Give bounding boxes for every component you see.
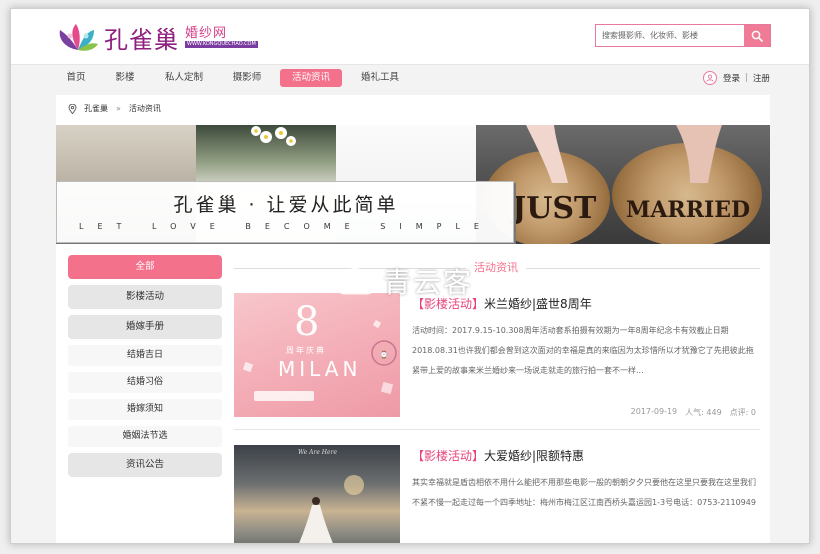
article-meta: 2017-09-19 人气: 449 点评: 0 (631, 407, 756, 418)
svg-text:⌚: ⌚ (380, 350, 389, 359)
thumbnail-caption: We Are Here (298, 449, 337, 456)
breadcrumb-current: 活动资讯 (128, 104, 161, 113)
article-views: 人气: 449 (685, 408, 722, 417)
search-box (595, 24, 771, 47)
banner-text-just: JUST (512, 191, 597, 226)
brand-sub-title: 婚纱网 (185, 26, 228, 41)
watermark-text: 青云客 (383, 266, 474, 299)
search-icon (751, 30, 763, 42)
thumbnail-number: 8 (294, 299, 320, 345)
sidebar-item-all[interactable]: 全部 (68, 255, 222, 279)
sidebar-item-marriage-law[interactable]: 婚姻法节选 (68, 426, 222, 447)
banner-text-married: MARRIED (626, 197, 751, 223)
nav-item-studio[interactable]: 影楼 (106, 69, 144, 87)
list-item[interactable]: ⌚ 8 周年庆典 MILAN 【影楼活动】米兰婚纱|盛世8周年 活动时间：201… (234, 293, 760, 433)
article-divider (234, 429, 760, 430)
nav-item-photographer[interactable]: 摄影师 (225, 69, 269, 87)
login-link[interactable]: 登录 (723, 72, 740, 84)
nav-item-custom[interactable]: 私人定制 (157, 69, 211, 87)
thumbnail-subtitle: 周年庆典 (286, 346, 326, 355)
register-link[interactable]: 注册 (753, 72, 770, 84)
category-sidebar: 全部 影楼活动 婚嫁手册 结婚吉日 结婚习俗 婚嫁须知 婚姻法节选 资讯公告 (68, 255, 222, 483)
search-input[interactable] (596, 25, 744, 46)
list-item[interactable]: We Are Here 【影楼活动】大爱婚纱|限额特惠 其实幸福就是盾齿相依不用… (234, 445, 760, 543)
breadcrumb-arrow: » (116, 104, 121, 113)
site-header: 孔雀巢 婚纱网 WWW.KONGQUECHAO.COM (11, 9, 809, 65)
sidebar-item-studio-events[interactable]: 影楼活动 (68, 285, 222, 309)
sidebar-item-announcements[interactable]: 资讯公告 (68, 453, 222, 477)
hero-banner[interactable]: JUST MARRIED 孔雀巢 · 让爱从此简单 LET LOVE BECOM… (56, 125, 770, 244)
article-thumbnail[interactable]: ⌚ 8 周年庆典 MILAN (234, 293, 400, 417)
thumbnail-brand: MILAN (278, 357, 362, 381)
user-links: 登录 | 注册 (703, 71, 770, 85)
nav-item-tools[interactable]: 婚礼工具 (353, 69, 407, 87)
banner-slogan-box: 孔雀巢 · 让爱从此简单 LET LOVE BECOME SIMPLE (56, 181, 514, 243)
browser-frame: 孔雀巢 婚纱网 WWW.KONGQUECHAO.COM 首页 影楼 私人定制 摄… (10, 8, 810, 544)
sidebar-item-customs[interactable]: 结婚习俗 (68, 372, 222, 393)
user-icon (703, 71, 717, 85)
search-button[interactable] (744, 25, 770, 46)
nav-item-news[interactable]: 活动资讯 (280, 69, 342, 87)
breadcrumb: 孔雀巢 » 活动资讯 (68, 103, 161, 114)
section-title: 活动资讯 (466, 259, 526, 275)
article-title[interactable]: 【影楼活动】大爱婚纱|限额特惠 (412, 447, 584, 464)
watermark: 青云客 (333, 261, 473, 301)
brand-sub: 婚纱网 WWW.KONGQUECHAO.COM (185, 26, 258, 48)
article-thumbnail[interactable]: We Are Here (234, 445, 400, 543)
article-summary: 其实幸福就是盾齿相依不用什么能把不用那些电影一般的朝朝夕夕只要他在这里只要我在这… (412, 478, 756, 507)
article-summary: 活动时间：2017.9.15-10.308周年活动套系拍摄有效期为一年8周年纪念… (412, 326, 754, 375)
cloud-logo-icon (335, 268, 377, 295)
nav-item-home[interactable]: 首页 (57, 69, 95, 87)
breadcrumb-home[interactable]: 孔雀巢 (84, 103, 108, 114)
site-logo[interactable]: 孔雀巢 婚纱网 WWW.KONGQUECHAO.COM (56, 20, 258, 54)
peacock-logo-icon (59, 24, 98, 51)
brand-domain: WWW.KONGQUECHAO.COM (185, 41, 258, 48)
brand-name: 孔雀巢 (104, 25, 179, 54)
section-header: 活动资讯 (234, 255, 760, 283)
sidebar-item-notice[interactable]: 婚嫁须知 (68, 399, 222, 420)
sidebar-item-lucky-days[interactable]: 结婚吉日 (68, 345, 222, 366)
article-date: 2017-09-19 (630, 407, 678, 416)
user-separator: | (745, 73, 748, 83)
article-tag: 【影楼活动】 (412, 449, 485, 463)
article-comments: 点评: 0 (729, 408, 756, 417)
location-pin-icon (68, 103, 77, 114)
article-title-text: 米兰婚纱|盛世8周年 (484, 297, 592, 311)
article-title-text: 大爱婚纱|限额特惠 (484, 449, 585, 463)
banner-slogan-en: LET LOVE BECOME SIMPLE (79, 222, 493, 231)
banner-photo-stumps: JUST MARRIED (476, 125, 770, 244)
main-content: 孔雀巢 » 活动资讯 JUST MARRIED 孔雀巢 · 让爱从此简单 LET… (56, 95, 770, 543)
sidebar-item-wedding-manual[interactable]: 婚嫁手册 (68, 315, 222, 339)
banner-slogan: 孔雀巢 · 让爱从此简单 (173, 194, 399, 216)
main-nav: 首页 影楼 私人定制 摄影师 活动资讯 婚礼工具 登录 | 注册 (11, 67, 809, 93)
